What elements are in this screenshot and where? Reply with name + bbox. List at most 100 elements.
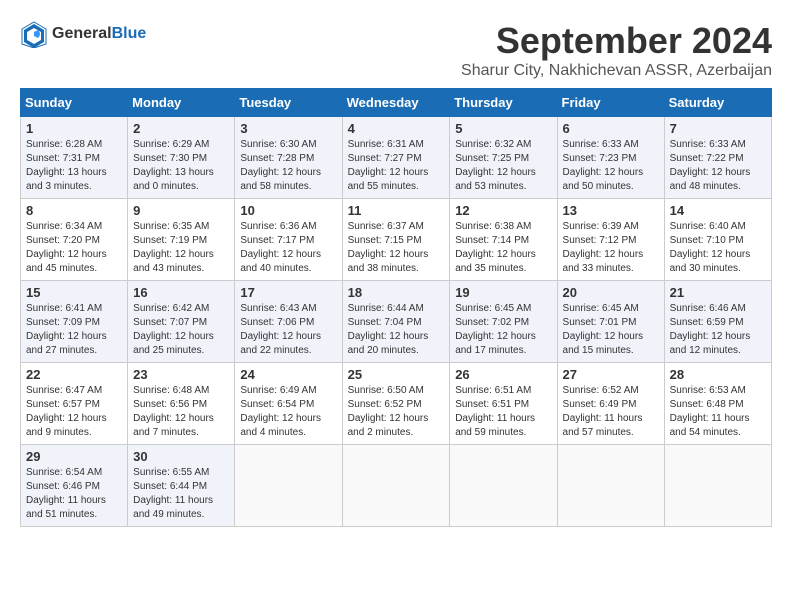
day-number: 24 (240, 367, 336, 382)
week-row-3: 15 Sunrise: 6:41 AMSunset: 7:09 PMDaylig… (21, 281, 772, 363)
calendar-day-cell: 2 Sunrise: 6:29 AMSunset: 7:30 PMDayligh… (128, 117, 235, 199)
day-number: 19 (455, 285, 551, 300)
week-row-4: 22 Sunrise: 6:47 AMSunset: 6:57 PMDaylig… (21, 363, 772, 445)
logo-general: General (52, 25, 112, 42)
header-sunday: Sunday (21, 89, 128, 117)
calendar-day-cell (664, 445, 771, 527)
day-info: Sunrise: 6:42 AMSunset: 7:07 PMDaylight:… (133, 302, 229, 358)
day-info: Sunrise: 6:45 AMSunset: 7:02 PMDaylight:… (455, 302, 551, 358)
day-number: 10 (240, 203, 336, 218)
day-info: Sunrise: 6:35 AMSunset: 7:19 PMDaylight:… (133, 220, 229, 276)
day-info: Sunrise: 6:48 AMSunset: 6:56 PMDaylight:… (133, 384, 229, 440)
location-subtitle: Sharur City, Nakhichevan ASSR, Azerbaija… (461, 62, 772, 80)
header-monday: Monday (128, 89, 235, 117)
calendar-day-cell: 7 Sunrise: 6:33 AMSunset: 7:22 PMDayligh… (664, 117, 771, 199)
day-info: Sunrise: 6:43 AMSunset: 7:06 PMDaylight:… (240, 302, 336, 358)
day-info: Sunrise: 6:55 AMSunset: 6:44 PMDaylight:… (133, 466, 229, 522)
day-info: Sunrise: 6:45 AMSunset: 7:01 PMDaylight:… (563, 302, 659, 358)
day-info: Sunrise: 6:51 AMSunset: 6:51 PMDaylight:… (455, 384, 551, 440)
header-thursday: Thursday (450, 89, 557, 117)
calendar-day-cell: 4 Sunrise: 6:31 AMSunset: 7:27 PMDayligh… (342, 117, 450, 199)
day-number: 29 (26, 449, 122, 464)
day-number: 8 (26, 203, 122, 218)
calendar-day-cell: 20 Sunrise: 6:45 AMSunset: 7:01 PMDaylig… (557, 281, 664, 363)
calendar-day-cell: 21 Sunrise: 6:46 AMSunset: 6:59 PMDaylig… (664, 281, 771, 363)
calendar-day-cell: 29 Sunrise: 6:54 AMSunset: 6:46 PMDaylig… (21, 445, 128, 527)
day-info: Sunrise: 6:30 AMSunset: 7:28 PMDaylight:… (240, 138, 336, 194)
day-number: 4 (348, 121, 445, 136)
calendar-day-cell: 24 Sunrise: 6:49 AMSunset: 6:54 PMDaylig… (235, 363, 342, 445)
calendar-day-cell: 10 Sunrise: 6:36 AMSunset: 7:17 PMDaylig… (235, 199, 342, 281)
calendar-day-cell (235, 445, 342, 527)
day-info: Sunrise: 6:34 AMSunset: 7:20 PMDaylight:… (26, 220, 122, 276)
calendar-day-cell: 15 Sunrise: 6:41 AMSunset: 7:09 PMDaylig… (21, 281, 128, 363)
logo: GeneralBlue (20, 20, 146, 48)
day-info: Sunrise: 6:29 AMSunset: 7:30 PMDaylight:… (133, 138, 229, 194)
day-info: Sunrise: 6:52 AMSunset: 6:49 PMDaylight:… (563, 384, 659, 440)
day-number: 15 (26, 285, 122, 300)
logo-icon (20, 20, 48, 48)
day-info: Sunrise: 6:39 AMSunset: 7:12 PMDaylight:… (563, 220, 659, 276)
week-row-1: 1 Sunrise: 6:28 AMSunset: 7:31 PMDayligh… (21, 117, 772, 199)
day-number: 26 (455, 367, 551, 382)
day-info: Sunrise: 6:32 AMSunset: 7:25 PMDaylight:… (455, 138, 551, 194)
calendar-day-cell: 27 Sunrise: 6:52 AMSunset: 6:49 PMDaylig… (557, 363, 664, 445)
day-info: Sunrise: 6:38 AMSunset: 7:14 PMDaylight:… (455, 220, 551, 276)
calendar-day-cell: 9 Sunrise: 6:35 AMSunset: 7:19 PMDayligh… (128, 199, 235, 281)
calendar-day-cell: 22 Sunrise: 6:47 AMSunset: 6:57 PMDaylig… (21, 363, 128, 445)
day-number: 25 (348, 367, 445, 382)
calendar-day-cell (342, 445, 450, 527)
day-info: Sunrise: 6:50 AMSunset: 6:52 PMDaylight:… (348, 384, 445, 440)
calendar-day-cell: 5 Sunrise: 6:32 AMSunset: 7:25 PMDayligh… (450, 117, 557, 199)
day-info: Sunrise: 6:31 AMSunset: 7:27 PMDaylight:… (348, 138, 445, 194)
day-number: 13 (563, 203, 659, 218)
calendar-day-cell: 19 Sunrise: 6:45 AMSunset: 7:02 PMDaylig… (450, 281, 557, 363)
week-row-5: 29 Sunrise: 6:54 AMSunset: 6:46 PMDaylig… (21, 445, 772, 527)
day-number: 22 (26, 367, 122, 382)
day-number: 3 (240, 121, 336, 136)
calendar-day-cell: 16 Sunrise: 6:42 AMSunset: 7:07 PMDaylig… (128, 281, 235, 363)
day-info: Sunrise: 6:37 AMSunset: 7:15 PMDaylight:… (348, 220, 445, 276)
day-number: 28 (670, 367, 766, 382)
calendar-day-cell (557, 445, 664, 527)
calendar-day-cell (450, 445, 557, 527)
day-number: 23 (133, 367, 229, 382)
header-tuesday: Tuesday (235, 89, 342, 117)
weekday-header-row: Sunday Monday Tuesday Wednesday Thursday… (21, 89, 772, 117)
day-info: Sunrise: 6:46 AMSunset: 6:59 PMDaylight:… (670, 302, 766, 358)
calendar-day-cell: 18 Sunrise: 6:44 AMSunset: 7:04 PMDaylig… (342, 281, 450, 363)
calendar-day-cell: 11 Sunrise: 6:37 AMSunset: 7:15 PMDaylig… (342, 199, 450, 281)
day-number: 27 (563, 367, 659, 382)
day-number: 16 (133, 285, 229, 300)
day-number: 9 (133, 203, 229, 218)
calendar-day-cell: 30 Sunrise: 6:55 AMSunset: 6:44 PMDaylig… (128, 445, 235, 527)
day-number: 17 (240, 285, 336, 300)
week-row-2: 8 Sunrise: 6:34 AMSunset: 7:20 PMDayligh… (21, 199, 772, 281)
day-info: Sunrise: 6:53 AMSunset: 6:48 PMDaylight:… (670, 384, 766, 440)
day-info: Sunrise: 6:41 AMSunset: 7:09 PMDaylight:… (26, 302, 122, 358)
day-number: 14 (670, 203, 766, 218)
day-info: Sunrise: 6:49 AMSunset: 6:54 PMDaylight:… (240, 384, 336, 440)
day-number: 30 (133, 449, 229, 464)
day-number: 20 (563, 285, 659, 300)
calendar-day-cell: 14 Sunrise: 6:40 AMSunset: 7:10 PMDaylig… (664, 199, 771, 281)
day-info: Sunrise: 6:40 AMSunset: 7:10 PMDaylight:… (670, 220, 766, 276)
logo-blue: Blue (112, 25, 147, 42)
day-number: 12 (455, 203, 551, 218)
day-info: Sunrise: 6:28 AMSunset: 7:31 PMDaylight:… (26, 138, 122, 194)
day-info: Sunrise: 6:33 AMSunset: 7:22 PMDaylight:… (670, 138, 766, 194)
header-friday: Friday (557, 89, 664, 117)
calendar-day-cell: 8 Sunrise: 6:34 AMSunset: 7:20 PMDayligh… (21, 199, 128, 281)
day-number: 11 (348, 203, 445, 218)
day-info: Sunrise: 6:33 AMSunset: 7:23 PMDaylight:… (563, 138, 659, 194)
calendar-day-cell: 13 Sunrise: 6:39 AMSunset: 7:12 PMDaylig… (557, 199, 664, 281)
page-header: GeneralBlue September 2024 Sharur City, … (20, 20, 772, 80)
day-number: 6 (563, 121, 659, 136)
day-info: Sunrise: 6:36 AMSunset: 7:17 PMDaylight:… (240, 220, 336, 276)
day-info: Sunrise: 6:54 AMSunset: 6:46 PMDaylight:… (26, 466, 122, 522)
calendar-day-cell: 1 Sunrise: 6:28 AMSunset: 7:31 PMDayligh… (21, 117, 128, 199)
day-number: 5 (455, 121, 551, 136)
calendar-day-cell: 3 Sunrise: 6:30 AMSunset: 7:28 PMDayligh… (235, 117, 342, 199)
calendar-table: Sunday Monday Tuesday Wednesday Thursday… (20, 88, 772, 527)
calendar-day-cell: 26 Sunrise: 6:51 AMSunset: 6:51 PMDaylig… (450, 363, 557, 445)
